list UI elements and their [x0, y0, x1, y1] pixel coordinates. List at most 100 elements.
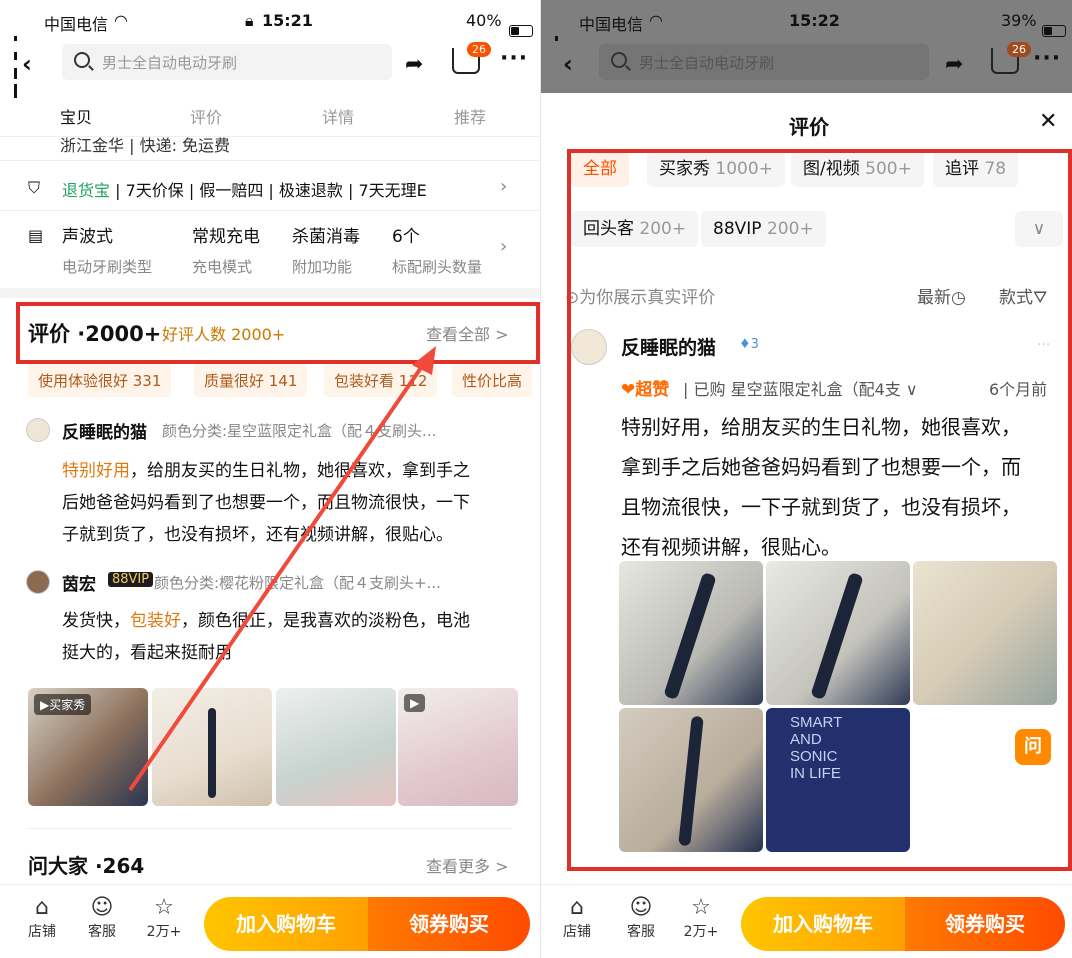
- review-photo[interactable]: ▶买家秀: [28, 688, 148, 806]
- avatar: [26, 418, 50, 442]
- service-icon: ☺: [90, 895, 114, 920]
- spec-label: 充电模式: [192, 258, 253, 276]
- spec-label: 附加功能: [292, 258, 353, 276]
- filter-88vip[interactable]: 88VIP 200+: [701, 211, 826, 247]
- filter-photo-video[interactable]: 图/视频 500+: [791, 151, 924, 187]
- search-input[interactable]: 男士全自动电动牙刷: [62, 44, 392, 80]
- back-icon[interactable]: ‹: [22, 50, 32, 78]
- cart-badge: 26: [1007, 42, 1031, 57]
- guarantee-items: | 7天价保 | 假一赔四 | 极速退款 | 7天无理E: [115, 181, 427, 200]
- carrier: 中国电信: [579, 15, 644, 34]
- spec-value: 6个: [392, 227, 420, 247]
- bottom-action-bar: ⌂ 店铺 ☺ 客服 ☆ 2万+ 加入购物车 领券购买: [541, 884, 1072, 958]
- tab-recommend[interactable]: 推荐: [454, 104, 486, 128]
- user-level-badge: ♦3: [739, 337, 759, 352]
- battery-percent: 40%: [466, 11, 502, 30]
- review-tag[interactable]: 包装好看 112: [324, 364, 438, 397]
- review-text: 且物流很快，一下子就到货了，也没有损坏，: [621, 495, 1021, 519]
- divider: [28, 828, 512, 829]
- lock-icon: 🔒︎: [245, 11, 254, 30]
- section-gap: [0, 288, 540, 298]
- more-icon[interactable]: ···: [500, 46, 528, 71]
- style-filter[interactable]: 款式⛛: [999, 283, 1047, 308]
- status-time: 15:22: [789, 11, 840, 30]
- review-photo[interactable]: [619, 708, 763, 852]
- spec-value: 杀菌消毒: [292, 227, 360, 247]
- nav-bar: ‹ 男士全自动电动牙刷 ➦ 26 ···: [541, 42, 1072, 93]
- review-photo[interactable]: [276, 688, 396, 806]
- star-icon: ☆: [691, 895, 711, 920]
- favorite-button[interactable]: ☆ 2万+: [144, 895, 184, 941]
- right-screenshot: 中国电信 ◠ 15:22 39% ‹ 男士全自动电动牙刷 ➦ 26 ··· 评价…: [541, 0, 1072, 958]
- tab-item[interactable]: 宝贝: [60, 104, 92, 128]
- tab-details[interactable]: 详情: [322, 104, 354, 128]
- ask-more-link[interactable]: 查看更多 >: [426, 853, 509, 877]
- favorite-button[interactable]: ☆ 2万+: [681, 895, 721, 941]
- sheet-title: 评价: [789, 115, 829, 139]
- coupon-buy-button[interactable]: 领券购买: [368, 897, 530, 951]
- spec-value: 常规充电: [192, 227, 260, 247]
- toothbrush-shape: [678, 715, 704, 847]
- spec-value: 声波式: [62, 227, 113, 247]
- review-photo[interactable]: [619, 561, 763, 705]
- review-text: 拿到手之后她爸爸妈妈看到了也想要一个，而: [621, 455, 1021, 479]
- sort-latest[interactable]: 最新◷: [917, 283, 966, 308]
- purchase-info: | 已购 星空蓝限定礼盒（配4支 ∨: [683, 380, 918, 399]
- back-icon[interactable]: ‹: [563, 50, 573, 78]
- bottom-action-bar: ⌂ 店铺 ☺ 客服 ☆ 2万+ 加入购物车 领券购买: [0, 884, 540, 958]
- review-text: 后她爸爸妈妈看到了也想要一个，而且物流很快，一下: [62, 493, 470, 513]
- tab-reviews[interactable]: 评价: [190, 104, 222, 128]
- toothbrush-shape: [208, 708, 216, 798]
- see-all-reviews-link[interactable]: 查看全部 >: [426, 321, 509, 345]
- review-photo[interactable]: ▶: [398, 688, 518, 806]
- reviewer-name: 茵宏: [62, 575, 96, 595]
- review-tag[interactable]: 质量很好 141: [194, 364, 308, 397]
- reviewer-name: 反睡眠的猫: [621, 337, 717, 359]
- review-photo[interactable]: [152, 688, 272, 806]
- ask-button[interactable]: 问: [1015, 729, 1051, 765]
- review-text: 挺大的，看起来挺耐用: [62, 643, 232, 663]
- review-photo[interactable]: SMART AND SONIC IN LIFE: [766, 708, 910, 852]
- share-icon[interactable]: ➦: [405, 52, 423, 77]
- battery-percent: 39%: [1001, 11, 1037, 30]
- close-icon[interactable]: ✕: [1039, 109, 1057, 134]
- service-button[interactable]: ☺ 客服: [621, 895, 661, 941]
- review-tag[interactable]: 使用体验很好 331: [28, 364, 172, 397]
- add-to-cart-button[interactable]: 加入购物车: [741, 897, 905, 951]
- search-input[interactable]: 男士全自动电动牙刷: [599, 44, 929, 80]
- more-icon[interactable]: ···: [1037, 337, 1050, 353]
- toothbrush-shape: [663, 572, 717, 700]
- chevron-right-icon: ›: [500, 176, 508, 197]
- review-text: 特别好用，给朋友买的生日礼物，她很喜欢，: [621, 415, 1021, 439]
- filter-followup[interactable]: 追评 78: [933, 151, 1019, 187]
- wifi-icon: ◠: [649, 11, 663, 30]
- review-photo[interactable]: [913, 561, 1057, 705]
- review-text: 子就到货了，也没有损坏，还有视频讲解，很贴心。: [62, 525, 453, 545]
- shop-button[interactable]: ⌂ 店铺: [557, 895, 597, 941]
- play-icon: ▶: [404, 694, 426, 712]
- share-icon[interactable]: ➦: [945, 52, 963, 77]
- review-tag[interactable]: 性价比高: [452, 364, 533, 397]
- reviews-title: 评价 ·2000+: [28, 322, 162, 346]
- section-tabs: 宝贝 评价 详情 推荐: [0, 100, 540, 136]
- shop-button[interactable]: ⌂ 店铺: [22, 895, 62, 941]
- spec-icon: ▤: [28, 226, 44, 245]
- expand-filters-icon[interactable]: ∨: [1015, 211, 1063, 247]
- filter-all[interactable]: 全部: [571, 151, 629, 187]
- cart-badge: 26: [467, 42, 491, 57]
- more-icon[interactable]: ···: [1033, 46, 1061, 71]
- return-insurance: 退货宝: [62, 181, 111, 200]
- add-to-cart-button[interactable]: 加入购物车: [204, 897, 368, 951]
- service-icon: ☺: [629, 895, 653, 920]
- guarantee-row[interactable]: 退货宝 | 7天价保 | 假一赔四 | 极速退款 | 7天无理E: [62, 177, 427, 201]
- review-time: 6个月前: [989, 380, 1048, 399]
- service-button[interactable]: ☺ 客服: [82, 895, 122, 941]
- coupon-buy-button[interactable]: 领券购买: [905, 897, 1065, 951]
- filter-buyer-show[interactable]: 买家秀 1000+: [647, 151, 785, 187]
- search-placeholder: 男士全自动电动牙刷: [102, 54, 238, 72]
- filter-returning[interactable]: 回头客 200+: [571, 211, 699, 247]
- positive-count: 好评人数 2000+: [162, 325, 286, 344]
- avatar: [26, 570, 50, 594]
- review-photo[interactable]: [766, 561, 910, 705]
- status-bar: 中国电信 ◠ 🔒︎ 15:21 40%: [0, 0, 540, 98]
